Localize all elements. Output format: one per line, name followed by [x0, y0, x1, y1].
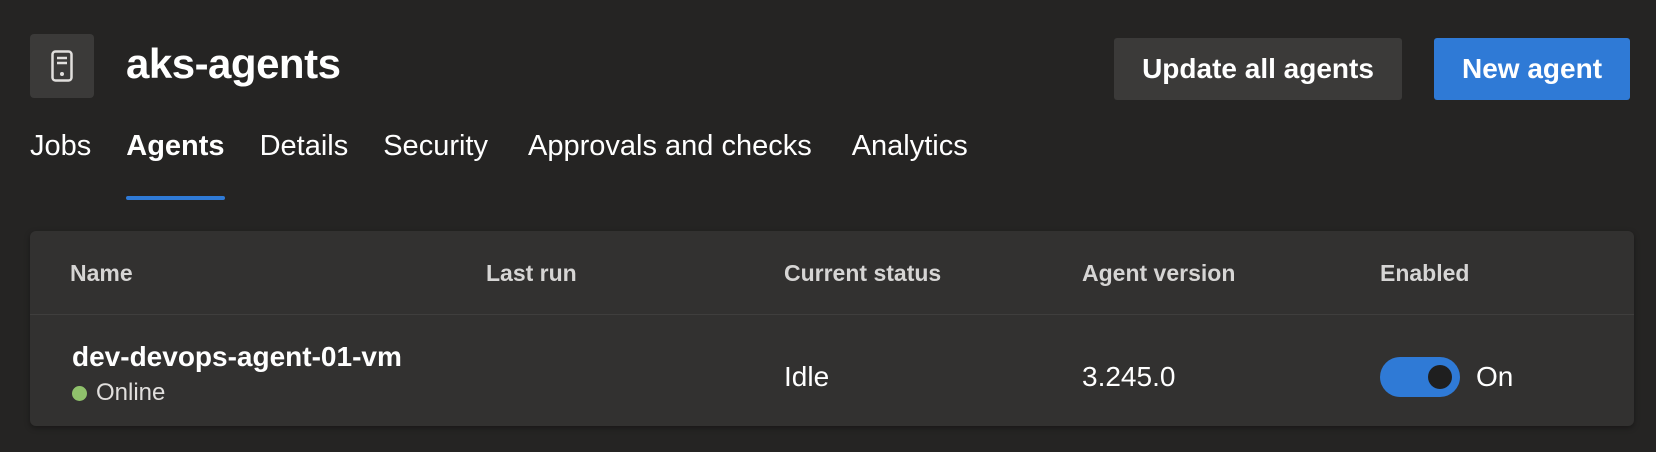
column-header-last-run[interactable]: Last run	[486, 259, 577, 287]
tab-bar: Jobs Agents Details Security Approvals a…	[30, 128, 1003, 200]
new-agent-button[interactable]: New agent	[1434, 38, 1630, 100]
agent-name-link[interactable]: dev-devops-agent-01-vm	[72, 340, 402, 374]
column-header-agent-version[interactable]: Agent version	[1082, 259, 1235, 287]
table-header: Name Last run Current status Agent versi…	[30, 231, 1634, 315]
agent-pool-page: aks-agents Update all agents New agent J…	[0, 0, 1656, 452]
enabled-toggle[interactable]	[1380, 357, 1460, 397]
tab-jobs[interactable]: Jobs	[30, 128, 91, 200]
agent-state-label: Online	[96, 379, 166, 406]
tab-analytics[interactable]: Analytics	[852, 128, 968, 200]
enabled-toggle-label: On	[1476, 361, 1514, 392]
column-header-current-status[interactable]: Current status	[784, 259, 941, 287]
tab-details[interactable]: Details	[260, 128, 349, 200]
agents-table: Name Last run Current status Agent versi…	[30, 231, 1634, 426]
agent-online-status: Online	[72, 378, 165, 408]
column-header-name[interactable]: Name	[70, 259, 133, 287]
online-status-dot-icon	[72, 385, 87, 401]
toggle-knob	[1428, 365, 1452, 389]
tab-approvals-and-checks[interactable]: Approvals and checks	[528, 128, 812, 200]
server-icon	[30, 34, 94, 98]
column-header-enabled[interactable]: Enabled	[1380, 259, 1469, 287]
page-title: aks-agents	[126, 40, 341, 87]
table-row[interactable]: dev-devops-agent-01-vm Online Idle 3.245…	[30, 316, 1634, 426]
update-all-agents-button[interactable]: Update all agents	[1114, 38, 1402, 100]
tab-security[interactable]: Security	[383, 128, 488, 200]
tab-agents[interactable]: Agents	[126, 128, 225, 200]
agent-version-cell: 3.245.0	[1082, 361, 1176, 392]
current-status-cell: Idle	[784, 361, 830, 392]
page-header: aks-agents Update all agents New agent	[30, 34, 1630, 100]
